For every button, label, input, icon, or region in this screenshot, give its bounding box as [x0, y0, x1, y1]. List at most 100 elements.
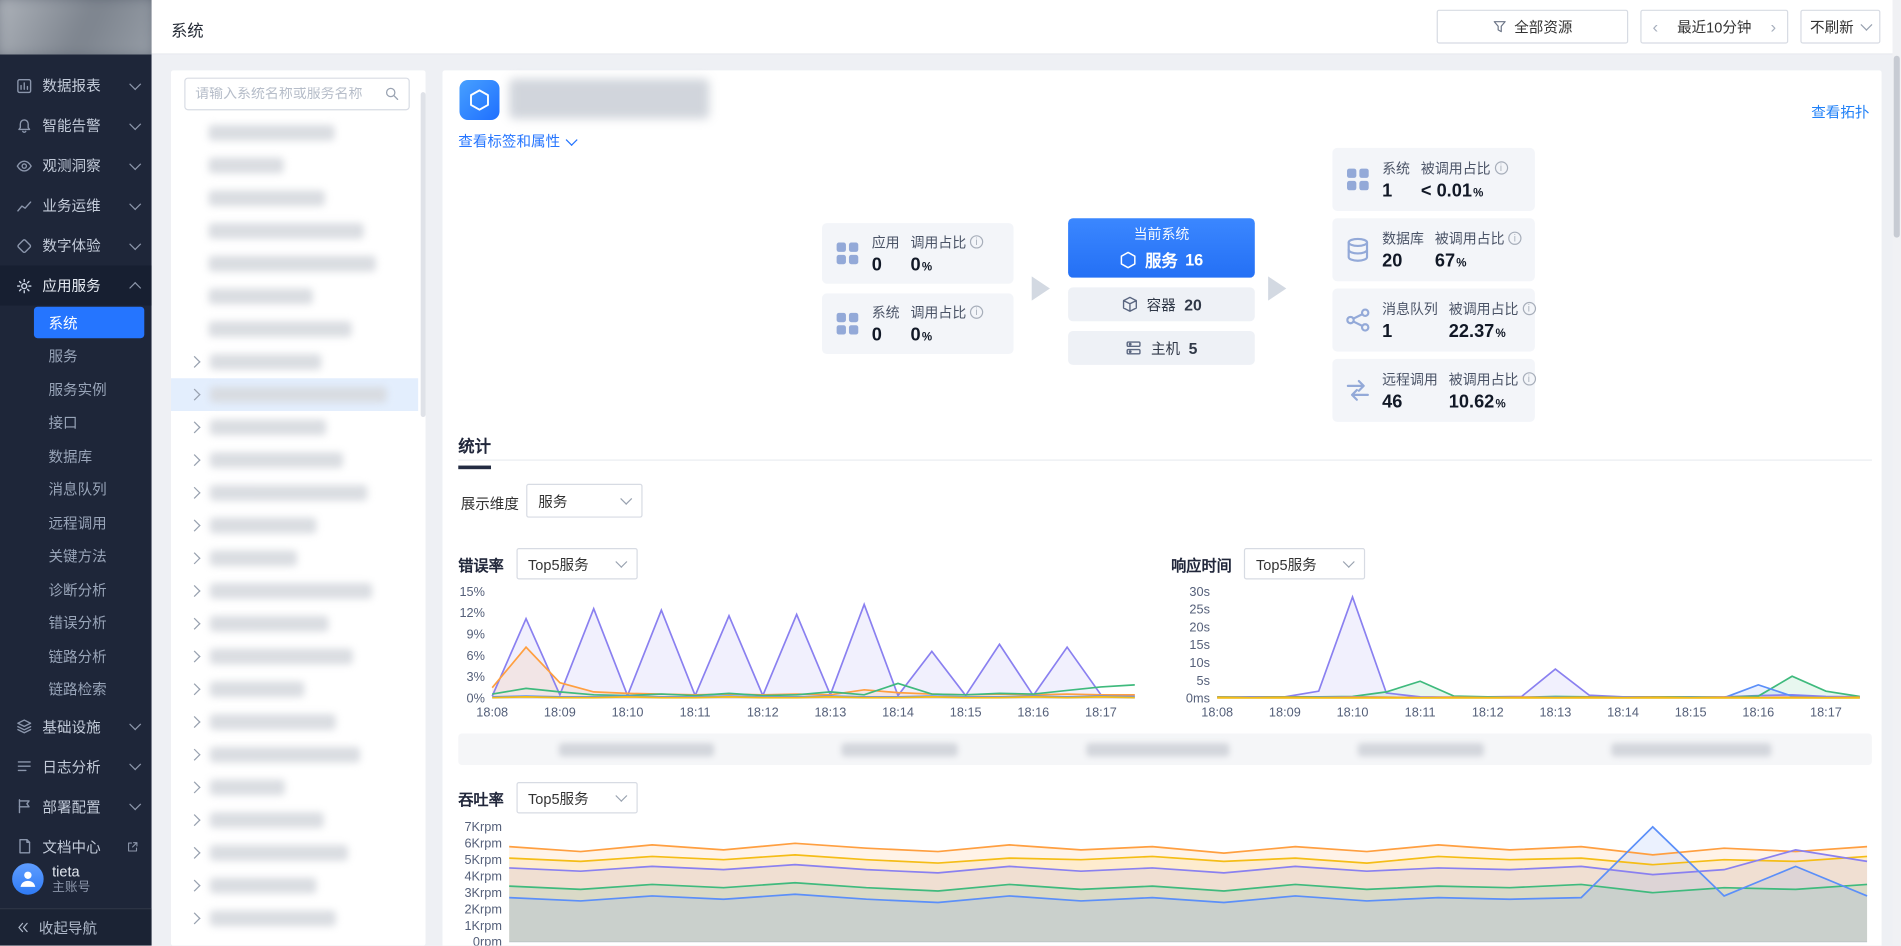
view-tags-link[interactable]: 查看标签和属性 [458, 131, 576, 152]
expand-chevron-icon[interactable] [189, 650, 201, 662]
list-item-redacted[interactable] [171, 378, 418, 411]
list-item-redacted[interactable] [171, 673, 418, 706]
sidebar-subitem-system[interactable]: 系统 [34, 307, 144, 339]
list-item-redacted[interactable] [171, 215, 418, 248]
search-box[interactable] [184, 78, 410, 111]
expand-chevron-icon[interactable] [189, 421, 201, 433]
container-row[interactable]: 容器 20 [1068, 287, 1255, 321]
sidebar-item-business-ops[interactable]: 业务运维 [0, 185, 152, 225]
search-input[interactable] [185, 87, 384, 102]
log-lines-icon [16, 758, 33, 775]
collapse-nav-button[interactable]: 收起导航 [0, 908, 152, 946]
view-topology-link[interactable]: 查看拓扑 [1811, 102, 1869, 123]
time-prev-icon[interactable]: ‹ [1652, 18, 1658, 35]
user-block[interactable]: tieta 主账号 [0, 854, 152, 905]
expand-chevron-icon[interactable] [189, 585, 201, 597]
expand-chevron-icon[interactable] [189, 683, 201, 695]
host-row[interactable]: 主机 5 [1068, 331, 1255, 365]
expand-chevron-icon[interactable] [189, 618, 201, 630]
current-system-card[interactable]: 当前系统 服务 16 [1068, 218, 1255, 277]
tab-statistics[interactable]: 统计 [458, 433, 491, 469]
user-name: tieta [52, 863, 90, 880]
sidebar-item-infrastructure[interactable]: 基础设施 [0, 706, 152, 746]
sidebar-item-log-analysis[interactable]: 日志分析 [0, 746, 152, 786]
expand-chevron-icon[interactable] [189, 552, 201, 564]
sidebar-subitem-key-methods[interactable]: 关键方法 [0, 540, 152, 573]
list-item-redacted[interactable] [171, 706, 418, 739]
callee-database-card[interactable]: 数据库 20 被调用占比 67% [1332, 218, 1534, 281]
sidebar-subitem-database[interactable]: 数据库 [0, 439, 152, 472]
sidebar-subitem-remote-call[interactable]: 远程调用 [0, 506, 152, 539]
sidebar-menu: 数据报表 智能告警 观测洞察 业务运维 数字体验 [0, 55, 152, 867]
throughput-top5-select[interactable]: Top5服务 [516, 782, 637, 814]
expand-chevron-icon[interactable] [189, 912, 201, 924]
sidebar-subitem-service-instance[interactable]: 服务实例 [0, 373, 152, 406]
list-item-redacted[interactable] [171, 804, 418, 837]
expand-chevron-icon[interactable] [189, 880, 201, 892]
list-item-redacted[interactable] [171, 509, 418, 542]
expand-chevron-icon[interactable] [189, 487, 201, 499]
sidebar-subitem-error-analysis[interactable]: 错误分析 [0, 606, 152, 639]
list-item-redacted[interactable] [171, 247, 418, 280]
sidebar-subitem-service[interactable]: 服务 [0, 339, 152, 372]
expand-chevron-icon[interactable] [189, 716, 201, 728]
refresh-select[interactable]: 不刷新 [1800, 10, 1880, 44]
sidebar-item-label: 数字体验 [42, 235, 131, 256]
list-item-redacted[interactable] [171, 869, 418, 902]
sidebar-subitem-trace-analysis[interactable]: 链路分析 [0, 640, 152, 673]
response-time-top5-select[interactable]: Top5服务 [1244, 548, 1365, 580]
sidebar-item-app-services[interactable]: 应用服务 [0, 266, 152, 306]
caller-app-card[interactable]: 应用 0 调用占比 0% [822, 223, 1014, 284]
expand-chevron-icon[interactable] [189, 356, 201, 368]
list-item-redacted[interactable] [171, 607, 418, 640]
list-item-redacted[interactable] [171, 346, 418, 379]
list-item-redacted[interactable] [171, 149, 418, 182]
list-item-redacted[interactable] [171, 182, 418, 215]
expand-chevron-icon[interactable] [189, 814, 201, 826]
time-range-picker[interactable]: ‹ 最近10分钟 › [1640, 10, 1788, 44]
error-rate-top5-select[interactable]: Top5服务 [516, 548, 637, 580]
list-item-redacted[interactable] [171, 738, 418, 771]
sidebar-subitem-interface[interactable]: 接口 [0, 406, 152, 439]
sidebar-subitem-diagnosis[interactable]: 诊断分析 [0, 573, 152, 606]
ratio-value: 0 [910, 324, 920, 345]
list-item-redacted[interactable] [171, 116, 418, 149]
list-item-redacted[interactable] [171, 280, 418, 313]
time-next-icon[interactable]: › [1770, 18, 1776, 35]
list-item-redacted[interactable] [171, 542, 418, 575]
sidebar-item-digital-experience[interactable]: 数字体验 [0, 226, 152, 266]
sidebar-subitem-message-queue[interactable]: 消息队列 [0, 473, 152, 506]
callee-system-card[interactable]: 系统 1 被调用占比 < 0.01% [1332, 148, 1534, 211]
resource-filter-button[interactable]: 全部资源 [1437, 10, 1629, 44]
page-scrollbar[interactable] [1893, 0, 1901, 946]
expand-chevron-icon[interactable] [189, 389, 201, 401]
sidebar-item-data-reports[interactable]: 数据报表 [0, 65, 152, 105]
list-item-redacted[interactable] [171, 640, 418, 673]
list-item-redacted[interactable] [171, 575, 418, 608]
expand-chevron-icon[interactable] [189, 847, 201, 859]
expand-chevron-icon[interactable] [189, 454, 201, 466]
list-item-redacted[interactable] [171, 444, 418, 477]
sidebar-subitem-trace-search[interactable]: 链路检索 [0, 673, 152, 706]
expand-chevron-icon[interactable] [189, 781, 201, 793]
list-item-redacted[interactable] [171, 902, 418, 935]
list-item-redacted[interactable] [171, 837, 418, 870]
expand-chevron-icon[interactable] [189, 749, 201, 761]
sidebar-item-observe-insight[interactable]: 观测洞察 [0, 145, 152, 185]
dimension-select[interactable]: 服务 [526, 484, 642, 518]
scrollbar-thumb[interactable] [1894, 56, 1900, 238]
caller-system-card[interactable]: 系统 0 调用占比 0% [822, 293, 1014, 354]
callee-message-queue-card[interactable]: 消息队列 1 被调用占比 22.37% [1332, 289, 1534, 352]
list-scrollbar[interactable] [421, 92, 426, 417]
list-item-redacted[interactable] [171, 476, 418, 509]
list-item-redacted[interactable] [171, 313, 418, 346]
sidebar-item-deploy-config[interactable]: 部署配置 [0, 786, 152, 826]
sidebar-item-smart-alerts[interactable]: 智能告警 [0, 105, 152, 145]
chevron-down-icon [566, 133, 578, 145]
list-item-redacted[interactable] [171, 411, 418, 444]
app-services-submenu: 系统 服务 服务实例 接口 数据库 消息队列 远程调用 关键方法 诊断分析 错误… [0, 307, 152, 706]
list-item-redacted[interactable] [171, 771, 418, 804]
expand-chevron-icon[interactable] [189, 520, 201, 532]
callee-remote-call-card[interactable]: 远程调用 46 被调用占比 10.62% [1332, 359, 1534, 422]
redacted-text [209, 289, 313, 305]
